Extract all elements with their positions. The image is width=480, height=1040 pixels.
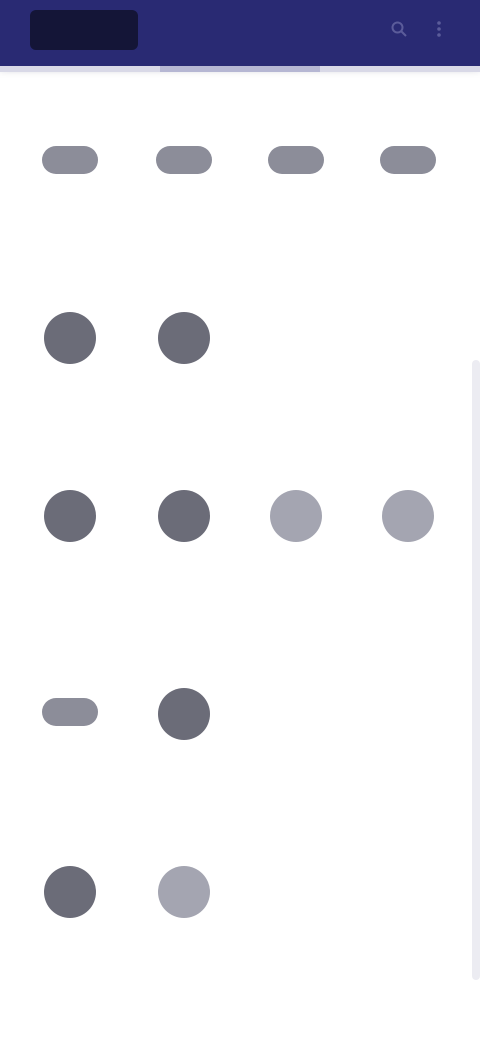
app-icon (270, 490, 322, 542)
app-icon (380, 146, 436, 174)
tile-2-1[interactable] (22, 312, 118, 422)
app-bar (0, 0, 480, 66)
page (0, 0, 480, 1040)
tile-2-2[interactable] (136, 312, 232, 422)
tile-1-1[interactable] (22, 136, 118, 246)
tile-3-1[interactable] (22, 490, 118, 600)
app-icon (156, 146, 212, 174)
app-icon (44, 490, 96, 542)
tile-4-2[interactable] (136, 688, 232, 798)
tile-1-3[interactable] (248, 136, 344, 246)
tile-4-1[interactable] (22, 688, 118, 798)
tile-3-4[interactable] (360, 490, 456, 600)
app-icon (158, 866, 210, 918)
more-vert-icon (430, 20, 448, 43)
tile-3-2[interactable] (136, 490, 232, 600)
app-icon (42, 698, 98, 726)
app-icon (268, 146, 324, 174)
app-logo (30, 10, 138, 50)
app-icon (42, 146, 98, 174)
search-icon (390, 20, 408, 43)
tab-strip (0, 66, 480, 72)
tab-indicator (160, 66, 320, 72)
app-icon (382, 490, 434, 542)
tile-1-4[interactable] (360, 136, 456, 246)
search-button[interactable] (386, 18, 412, 44)
tile-5-2[interactable] (136, 866, 232, 976)
tile-1-2[interactable] (136, 136, 232, 246)
more-button[interactable] (426, 18, 452, 44)
app-bar-actions (386, 18, 452, 44)
tile-3-3[interactable] (248, 490, 344, 600)
app-icon (158, 688, 210, 740)
scrollbar[interactable] (472, 360, 480, 980)
app-icon (158, 312, 210, 364)
app-icon (44, 866, 96, 918)
tile-5-1[interactable] (22, 866, 118, 976)
app-icon (158, 490, 210, 542)
app-icon (44, 312, 96, 364)
